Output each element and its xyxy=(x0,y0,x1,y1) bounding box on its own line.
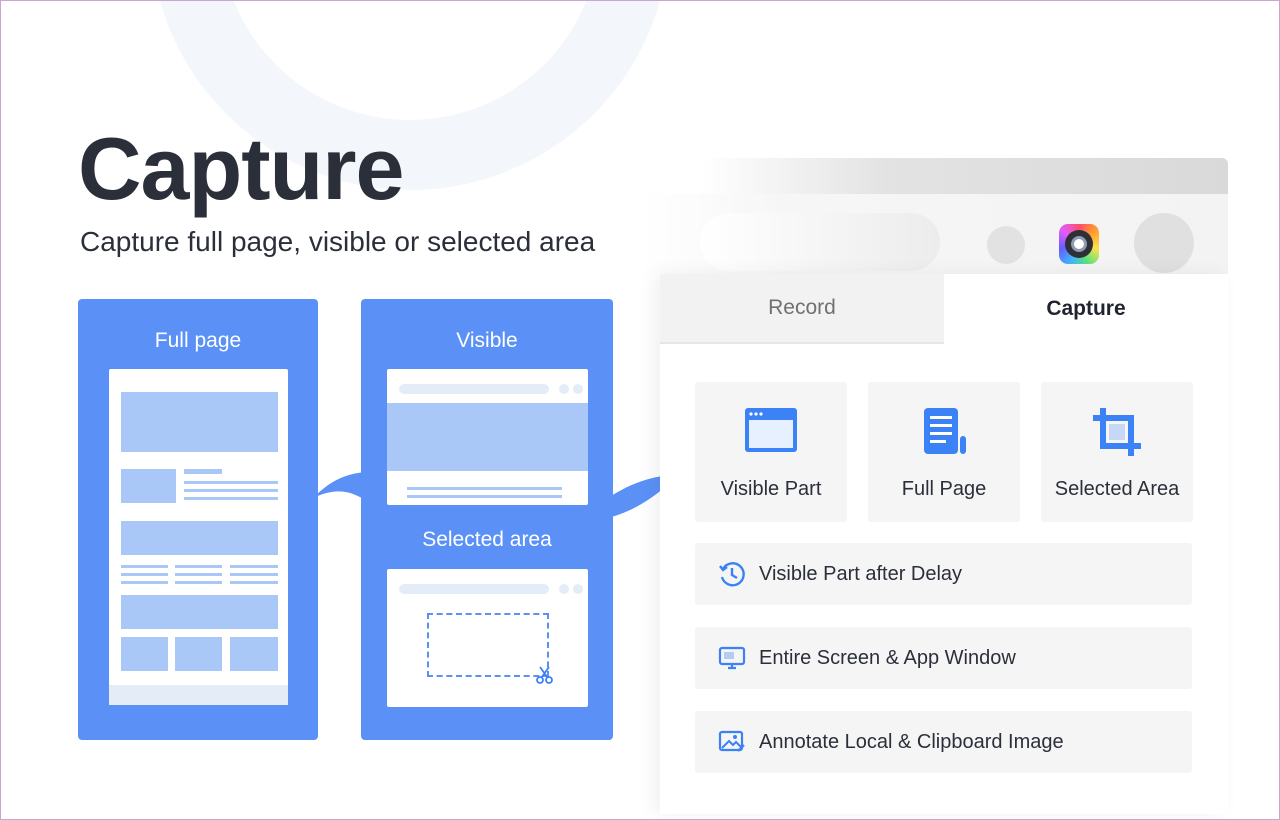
selection-rectangle xyxy=(427,613,549,677)
monitor-icon xyxy=(718,646,746,670)
visible-card-title: Visible xyxy=(456,329,518,352)
selected-area-label: Selected Area xyxy=(1054,478,1180,500)
toolbar-button[interactable] xyxy=(987,226,1025,264)
page-subtitle: Capture full page, visible or selected a… xyxy=(80,226,596,257)
visible-mockup xyxy=(387,369,588,505)
full-page-card: Full page xyxy=(78,299,318,740)
visible-part-label: Visible Part xyxy=(720,478,822,500)
selected-area-card-title: Selected area xyxy=(422,528,552,551)
visible-part-button[interactable]: Visible Part xyxy=(695,382,847,522)
address-bar[interactable] xyxy=(700,213,940,271)
selected-area-mockup xyxy=(387,569,588,707)
scissors-icon xyxy=(536,666,553,684)
browser-tabstrip xyxy=(700,158,1228,194)
selected-area-button[interactable]: Selected Area xyxy=(1041,382,1193,522)
full-page-button[interactable]: Full Page xyxy=(868,382,1020,522)
full-page-card-title: Full page xyxy=(154,329,242,352)
tab-record[interactable]: Record xyxy=(660,274,944,344)
visible-part-delay-button[interactable]: Visible Part after Delay xyxy=(695,543,1192,605)
browser-window-icon xyxy=(745,408,797,452)
crop-icon xyxy=(1093,408,1141,456)
annotate-image-label: Annotate Local & Clipboard Image xyxy=(759,730,1064,753)
annotate-image-button[interactable]: Annotate Local & Clipboard Image xyxy=(695,711,1192,773)
callout-tail-left xyxy=(313,472,365,500)
image-edit-icon xyxy=(718,730,745,752)
visible-selected-card: Visible Selected area xyxy=(361,299,613,740)
scroll-page-icon xyxy=(924,408,966,454)
full-page-label: Full Page xyxy=(901,478,987,500)
extension-camera-icon[interactable] xyxy=(1059,224,1099,264)
capture-popup: Record Capture Visible Part Full Page Se… xyxy=(660,274,1228,814)
timer-icon xyxy=(719,562,745,587)
full-page-mockup xyxy=(109,369,288,705)
avatar[interactable] xyxy=(1134,213,1194,273)
visible-part-delay-label: Visible Part after Delay xyxy=(759,562,963,585)
page-title: Capture xyxy=(78,119,404,218)
tab-capture[interactable]: Capture xyxy=(944,274,1228,344)
entire-screen-button[interactable]: Entire Screen & App Window xyxy=(695,627,1192,689)
entire-screen-label: Entire Screen & App Window xyxy=(759,646,1016,669)
